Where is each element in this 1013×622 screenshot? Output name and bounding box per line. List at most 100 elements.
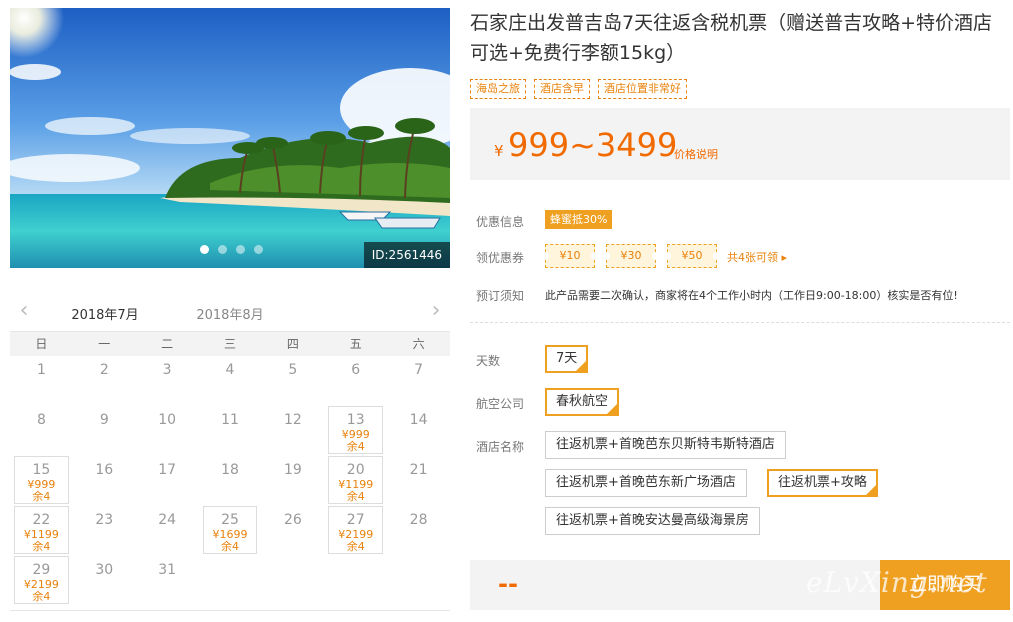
product-tag: 酒店位置非常好	[598, 79, 687, 99]
calendar-day: 11	[199, 406, 262, 456]
coupon-more-link[interactable]: 共4张可领 ▸	[727, 249, 787, 265]
option-days-7[interactable]: 7天	[545, 345, 589, 373]
currency-symbol: ¥	[494, 142, 504, 160]
calendar-day: 7	[387, 356, 450, 406]
promo-label: 优惠信息	[476, 215, 525, 229]
calendar-day-priced[interactable]: 13 ¥999 余4	[328, 406, 384, 454]
calendar-day: 5	[261, 356, 324, 406]
day-remaining: 余4	[346, 540, 365, 553]
carousel-dot[interactable]	[218, 245, 227, 254]
calendar-day-priced[interactable]: 15 ¥999 余4	[14, 456, 69, 504]
coupon-10[interactable]: ¥10	[541, 244, 599, 268]
coupon-30[interactable]: ¥30	[602, 244, 660, 268]
calendar-day: 21	[387, 456, 450, 506]
calendar-day: 8	[10, 406, 73, 456]
calendar-day: 24	[136, 506, 199, 556]
day-number: 4	[225, 362, 235, 378]
day-number: 19	[283, 462, 302, 478]
calendar-day-priced[interactable]: 27 ¥2199 余4	[328, 506, 384, 554]
coupon-50[interactable]: ¥50	[663, 244, 721, 268]
carousel-dot[interactable]	[254, 245, 263, 254]
coupon-label: 领优惠券	[476, 251, 525, 265]
notice-label: 预订须知	[476, 289, 525, 303]
day-number: 12	[283, 412, 302, 428]
buy-now-button[interactable]: 立即购买	[880, 560, 1010, 610]
calendar-day-priced[interactable]: 22 ¥1199 余4	[14, 506, 69, 554]
weekday-label: 四	[286, 337, 299, 351]
day-number: 3	[162, 362, 172, 378]
beach-photo	[10, 8, 450, 268]
carousel-dot[interactable]	[200, 245, 209, 254]
day-number: 28	[409, 512, 428, 528]
day-number: 26	[283, 512, 302, 528]
day-number: 18	[221, 462, 239, 478]
day-number: 24	[158, 512, 177, 528]
calendar-day: 28	[387, 506, 450, 556]
day-remaining: 余4	[32, 540, 51, 553]
day-number: 13	[346, 412, 365, 428]
calendar-day: 16	[73, 456, 136, 506]
carousel-dots	[200, 245, 263, 254]
days-label: 天数	[476, 354, 501, 368]
calendar-day-priced[interactable]: 29 ¥2199 余4	[14, 556, 69, 604]
weekday-label: 三	[223, 337, 236, 351]
day-number: 27	[346, 512, 365, 528]
weekday-label: 六	[412, 337, 425, 351]
product-hero-image[interactable]: ID:2561446	[10, 8, 450, 268]
calendar-grid: 1 2 3 4 5 6 7 8 9 10 11 12 13 ¥999 余4 14 15 ¥999 余4 16 17 18 1…	[10, 356, 450, 606]
calendar-day: 4	[199, 356, 262, 406]
calendar-day: 23	[73, 506, 136, 556]
option-hotel-best-western[interactable]: 往返机票+首晚芭东贝斯特韦斯特酒店	[545, 431, 786, 459]
calendar-day-priced[interactable]: 20 ¥1199 余4	[328, 456, 384, 504]
day-remaining: 余4	[32, 590, 51, 603]
divider	[10, 610, 450, 611]
calendar-day: 30	[73, 556, 136, 606]
option-hotel-andaman[interactable]: 往返机票+首晚安达曼高级海景房	[545, 507, 760, 535]
day-number: 11	[221, 412, 239, 428]
carousel-dot[interactable]	[236, 245, 245, 254]
tab-month-august[interactable]: 2018年8月	[185, 304, 275, 323]
promo-badge: 蜂蜜抵30%	[545, 210, 613, 229]
weekday-label: 日	[35, 337, 48, 351]
calendar-day: 6	[324, 356, 387, 406]
day-number: 8	[36, 412, 46, 428]
day-remaining: 余4	[346, 490, 365, 503]
price-range: 999~3499	[508, 126, 678, 164]
option-airline-spring[interactable]: 春秋航空	[545, 388, 620, 416]
day-number: 10	[158, 412, 177, 428]
calendar-day: 10	[136, 406, 199, 456]
weekday-label: 二	[161, 337, 174, 351]
day-number: 14	[409, 412, 428, 428]
day-number: 1	[36, 362, 46, 378]
price-box: ¥ 999~3499 价格说明	[470, 108, 1010, 180]
calendar-day-priced[interactable]: 25 ¥1699 余4	[202, 506, 258, 554]
day-number: 2	[99, 362, 109, 378]
day-number: 20	[346, 462, 365, 478]
airline-label: 航空公司	[476, 397, 525, 411]
product-tag: 酒店含早	[534, 79, 590, 99]
day-number: 30	[95, 562, 114, 578]
hotel-label: 酒店名称	[476, 440, 525, 454]
divider	[470, 322, 1010, 323]
day-number: 15	[32, 462, 51, 478]
calendar-day: 17	[136, 456, 199, 506]
weekday-label: 五	[349, 337, 362, 351]
weekday-header: 日 一 二 三 四 五 六	[10, 332, 450, 356]
chevron-left-icon[interactable]: ‹	[14, 300, 34, 322]
option-hotel-new-square[interactable]: 往返机票+首晚芭东新广场酒店	[545, 469, 747, 497]
price-note-link[interactable]: 价格说明	[674, 146, 718, 162]
calendar-day: 31	[136, 556, 199, 606]
calendar-day: 26	[261, 506, 324, 556]
calendar-day: 14	[387, 406, 450, 456]
day-number: 21	[409, 462, 428, 478]
chevron-right-icon[interactable]: ›	[426, 300, 446, 322]
calendar-day: 12	[261, 406, 324, 456]
day-number: 16	[95, 462, 114, 478]
image-id-badge: ID:2561446	[363, 242, 450, 268]
day-remaining: 余4	[346, 440, 365, 453]
option-hotel-guide[interactable]: 往返机票+攻略	[767, 469, 878, 497]
calendar-day: 1	[10, 356, 73, 406]
day-number: 23	[95, 512, 114, 528]
product-title: 石家庄出发普吉岛7天往返含税机票（赠送普吉攻略+特价酒店可选+免费行李额15kg…	[470, 12, 993, 64]
day-number: 17	[158, 462, 177, 478]
